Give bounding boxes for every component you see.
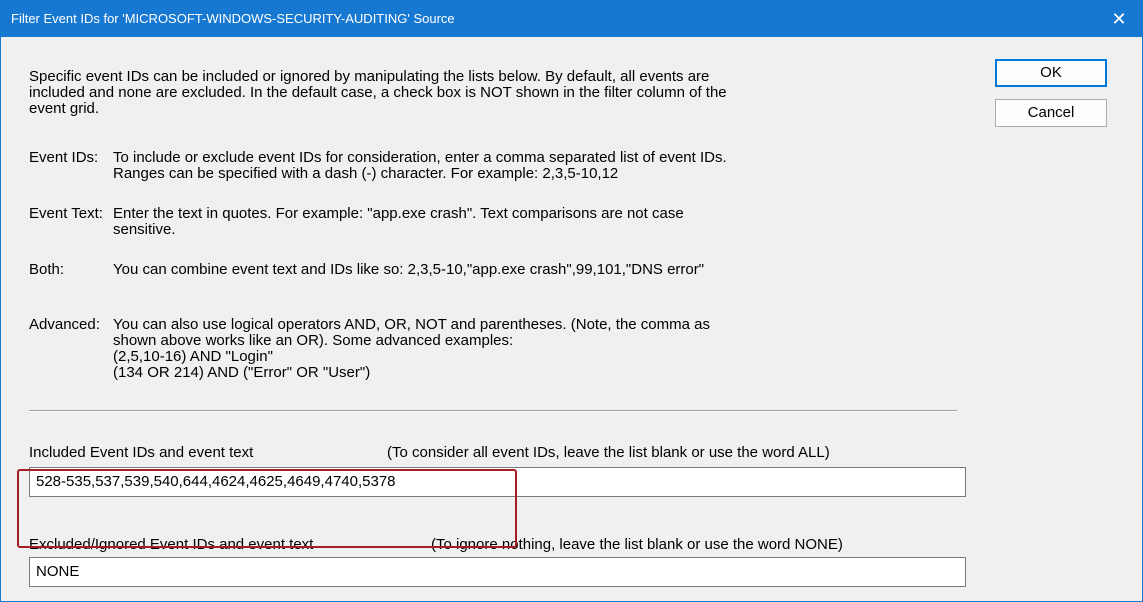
- both-help-line: You can combine event text and IDs like …: [113, 261, 705, 278]
- intro-line: event grid.: [29, 100, 100, 117]
- highlight-box: [17, 469, 517, 548]
- advanced-help-line: (134 OR 214) AND ("Error" OR "User"): [113, 364, 371, 381]
- ok-button[interactable]: OK: [995, 59, 1107, 87]
- event-ids-help-line: Ranges can be specified with a dash (-) …: [113, 165, 619, 182]
- advanced-help-line: shown above works like an OR). Some adva…: [113, 332, 514, 349]
- dialog-body: Specific event IDs can be included or ig…: [1, 37, 1142, 601]
- section-divider: [29, 410, 957, 412]
- included-label: Included Event IDs and event text: [29, 444, 254, 461]
- title-bar: Filter Event IDs for 'MICROSOFT-WINDOWS-…: [1, 1, 1142, 37]
- event-ids-help-label: Event IDs:: [29, 149, 99, 166]
- excluded-event-ids-input[interactable]: NONE: [29, 557, 966, 587]
- event-text-help-label: Event Text:: [29, 205, 103, 222]
- intro-line: Specific event IDs can be included or ig…: [29, 68, 710, 85]
- event-text-help-line: Enter the text in quotes. For example: "…: [113, 205, 684, 222]
- event-ids-help-line: To include or exclude event IDs for cons…: [113, 149, 727, 166]
- cancel-button[interactable]: Cancel: [995, 99, 1107, 127]
- advanced-help-line: You can also use logical operators AND, …: [113, 316, 710, 333]
- included-hint: (To consider all event IDs, leave the li…: [387, 444, 830, 461]
- both-help-label: Both:: [29, 261, 65, 278]
- filter-event-ids-dialog: Filter Event IDs for 'MICROSOFT-WINDOWS-…: [0, 0, 1143, 602]
- event-text-help-line: sensitive.: [113, 221, 176, 238]
- dialog-title: Filter Event IDs for 'MICROSOFT-WINDOWS-…: [11, 11, 455, 26]
- advanced-help-label: Advanced:: [29, 316, 100, 333]
- close-icon[interactable]: ✕: [1096, 1, 1142, 37]
- advanced-help-line: (2,5,10-16) AND "Login": [113, 348, 273, 365]
- intro-line: included and none are excluded. In the d…: [29, 84, 727, 101]
